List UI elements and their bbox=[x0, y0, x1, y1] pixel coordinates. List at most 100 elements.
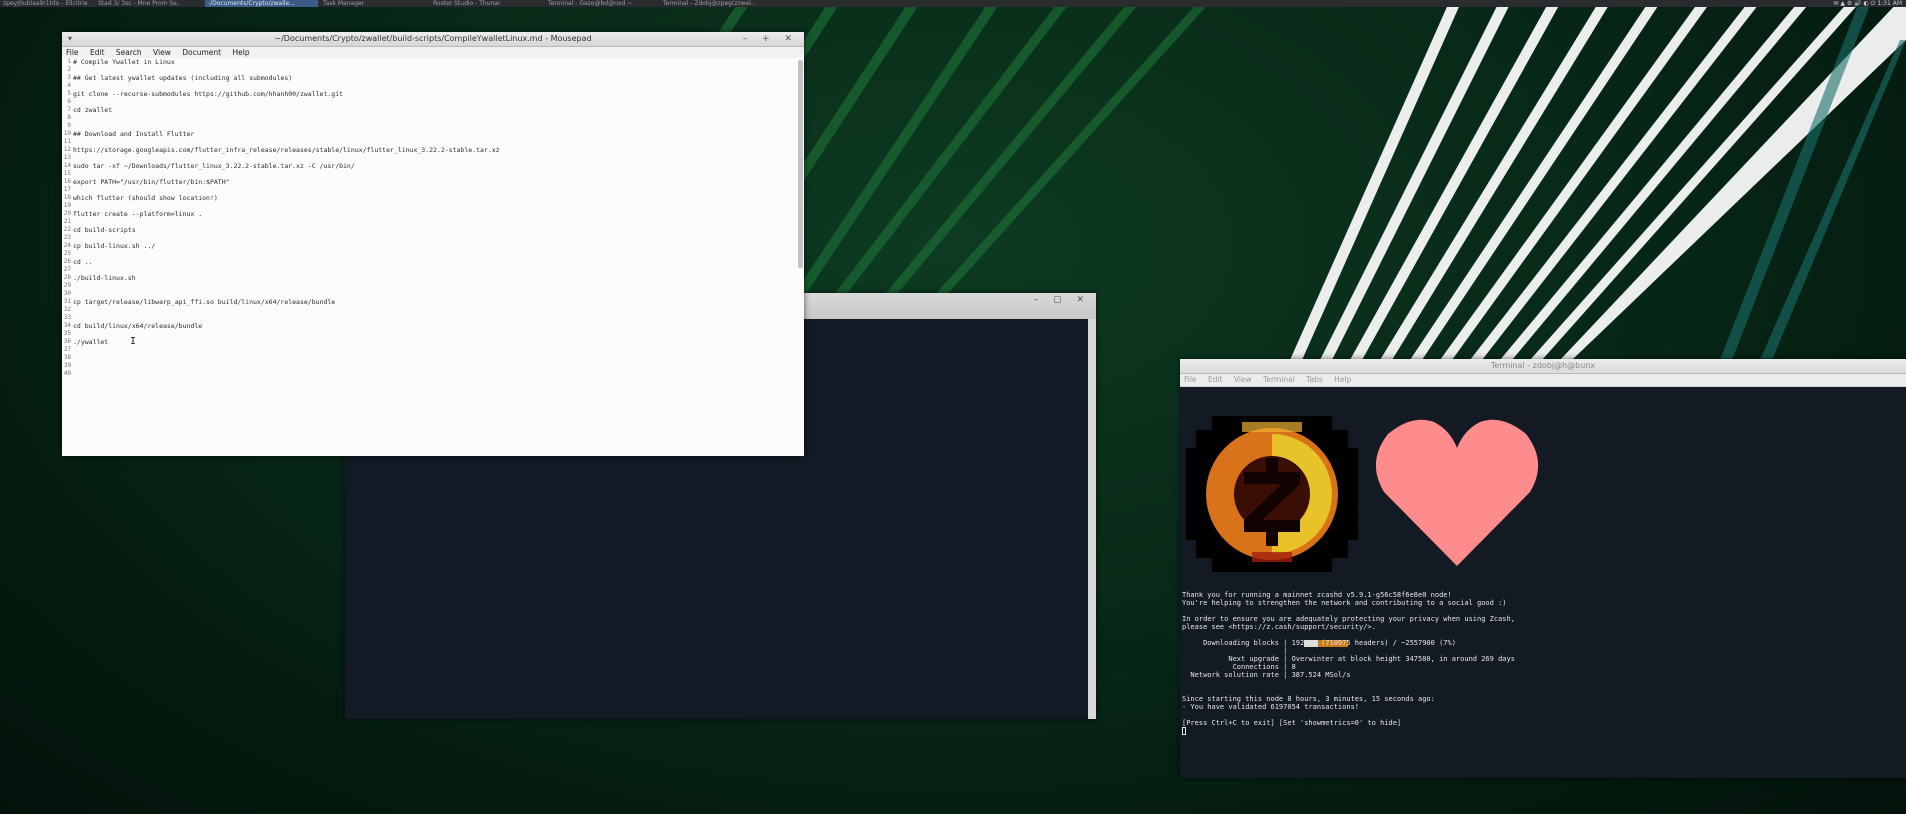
terminal-line: | bbox=[1182, 647, 1288, 655]
editor-line[interactable] bbox=[73, 266, 794, 274]
editor-line[interactable]: cp target/release/libwarp_api_ffi.so bui… bbox=[73, 298, 794, 306]
editor-line[interactable] bbox=[73, 370, 794, 378]
terminal-output[interactable]: Thank you for running a mainnet zcashd v… bbox=[1180, 385, 1906, 778]
editor-line[interactable]: cp build-linux.sh ../ bbox=[73, 242, 794, 250]
line-number: 26 bbox=[63, 258, 71, 265]
editor-line[interactable] bbox=[73, 354, 794, 362]
background-window-scrollbar[interactable] bbox=[1088, 319, 1096, 719]
editor-line[interactable] bbox=[73, 282, 794, 290]
menu-help[interactable]: Help bbox=[233, 48, 250, 57]
editor-line[interactable]: ./ywallet bbox=[73, 338, 794, 346]
line-number: 22 bbox=[63, 226, 71, 233]
line-number: 23 bbox=[63, 234, 71, 241]
editor-line[interactable] bbox=[73, 138, 794, 146]
editor-text[interactable]: # Compile Ywallet in Linux ## Get latest … bbox=[73, 58, 794, 378]
menu-help[interactable]: Help bbox=[1334, 375, 1351, 384]
editor-line[interactable] bbox=[73, 202, 794, 210]
editor-line[interactable] bbox=[73, 122, 794, 130]
menu-tabs[interactable]: Tabs bbox=[1306, 375, 1323, 384]
menu-view[interactable]: View bbox=[1234, 375, 1252, 384]
mouse-ibeam-cursor-icon: I bbox=[130, 336, 137, 347]
menu-edit[interactable]: Edit bbox=[90, 48, 105, 57]
mousepad-window[interactable]: ▾ ~/Documents/Crypto/zwallet/build-scrip… bbox=[62, 32, 804, 456]
editor-line[interactable] bbox=[73, 306, 794, 314]
terminal-line: - You have validated 6197054 transaction… bbox=[1182, 703, 1360, 711]
editor-line[interactable] bbox=[73, 290, 794, 298]
editor-line[interactable] bbox=[73, 186, 794, 194]
terminal-line: please see <https://z.cash/support/secur… bbox=[1182, 623, 1376, 631]
terminal-line: Network solution rate | 387.524 MSol/s bbox=[1182, 671, 1351, 679]
editor-line[interactable]: cd build/linux/x64/release/bundle bbox=[73, 322, 794, 330]
taskbar-button[interactable]: zpeyJ0ublaa9r1tdo - Ellcitrie bbox=[0, 0, 98, 7]
editor-area[interactable]: 1 2 3 4 5 6 7 8 9 10 11 12 13 14 15 16 17 18 19 20 21 22 23 24 2… bbox=[62, 58, 804, 456]
editor-line[interactable]: git clone --recurse-submodules https://g… bbox=[73, 90, 794, 98]
editor-line[interactable] bbox=[73, 82, 794, 90]
editor-scrollbar[interactable] bbox=[798, 60, 803, 268]
line-number: 6 bbox=[67, 98, 71, 105]
terminal-line: [Press Ctrl+C to exit] [Set 'showmetrics… bbox=[1182, 719, 1402, 727]
menu-edit[interactable]: Edit bbox=[1208, 375, 1223, 384]
line-number: 1 bbox=[67, 58, 71, 65]
editor-line[interactable]: # Compile Ywallet in Linux bbox=[73, 58, 794, 66]
terminal-window[interactable]: Terminal - zdobj@h@bunx File Edit View T… bbox=[1180, 359, 1906, 778]
editor-line[interactable] bbox=[73, 250, 794, 258]
menu-document[interactable]: Document bbox=[182, 48, 221, 57]
editor-line[interactable] bbox=[73, 154, 794, 162]
menu-search[interactable]: Search bbox=[116, 48, 142, 57]
terminal-line: In order to ensure you are adequately pr… bbox=[1182, 615, 1515, 623]
editor-line[interactable]: sudo tar -xf ~/Downloads/flutter_linux_3… bbox=[73, 162, 794, 170]
line-number-gutter: 1 2 3 4 5 6 7 8 9 10 11 12 13 14 15 16 17 18 19 20 21 22 23 24 2… bbox=[62, 58, 72, 378]
menu-file[interactable]: File bbox=[1184, 375, 1197, 384]
menu-terminal[interactable]: Terminal bbox=[1263, 375, 1295, 384]
line-number: 21 bbox=[63, 218, 71, 225]
editor-line[interactable]: cd zwallet bbox=[73, 106, 794, 114]
taskbar-button[interactable]: Roster Studio - Thunar bbox=[430, 0, 543, 7]
taskbar-button-active[interactable]: -/Documents/Crypto/zwalle... bbox=[205, 0, 318, 7]
line-number: 9 bbox=[67, 122, 71, 129]
mousepad-titlebar[interactable]: ▾ ~/Documents/Crypto/zwallet/build-scrip… bbox=[62, 32, 804, 47]
editor-line[interactable]: export PATH="/usr/bin/flutter/bin:$PATH" bbox=[73, 178, 794, 186]
editor-line[interactable]: ## Download and Install Flutter bbox=[73, 130, 794, 138]
system-tray[interactable]: ✉ ▲ ⚙ 🔊 ◐ ⏻ 1:31 AM bbox=[1833, 0, 1902, 7]
line-number: 5 bbox=[67, 90, 71, 97]
editor-line[interactable] bbox=[73, 66, 794, 74]
line-number: 12 bbox=[63, 146, 71, 153]
taskbar-button[interactable]: Terminal - Gazo@bd@nxd ~ bbox=[545, 0, 658, 7]
editor-line[interactable] bbox=[73, 234, 794, 242]
line-number: 35 bbox=[63, 330, 71, 337]
taskbar-button[interactable]: Stad 3/ 3sc - Mne Prom Se.. bbox=[95, 0, 203, 7]
editor-line[interactable] bbox=[73, 114, 794, 122]
editor-line[interactable] bbox=[73, 98, 794, 106]
editor-line[interactable]: which flutter (should show location!) bbox=[73, 194, 794, 202]
taskbar-button[interactable]: Task Manager bbox=[320, 0, 418, 7]
editor-line[interactable] bbox=[73, 170, 794, 178]
editor-line[interactable] bbox=[73, 218, 794, 226]
line-number: 17 bbox=[63, 186, 71, 193]
heart-icon bbox=[1375, 419, 1539, 566]
terminal-titlebar[interactable]: Terminal - zdobj@h@bunx bbox=[1180, 359, 1906, 374]
editor-line[interactable]: ./build-linux.sh bbox=[73, 274, 794, 282]
line-number: 4 bbox=[67, 82, 71, 89]
window-controls[interactable]: – ▢ ✕ bbox=[1034, 293, 1090, 307]
editor-line[interactable]: https://storage.googleapis.com/flutter_i… bbox=[73, 146, 794, 154]
line-number: 27 bbox=[63, 266, 71, 273]
editor-line[interactable]: ## Get latest ywallet updates (including… bbox=[73, 74, 794, 82]
taskbar-button[interactable]: Terminal - Zdobj@zpeg(zzwel... bbox=[660, 0, 778, 7]
editor-line[interactable] bbox=[73, 330, 794, 338]
line-number: 20 bbox=[63, 210, 71, 217]
window-controls[interactable]: – + ✕ bbox=[743, 32, 798, 46]
menu-view[interactable]: View bbox=[153, 48, 171, 57]
line-number: 10 bbox=[63, 130, 71, 137]
editor-line[interactable] bbox=[73, 314, 794, 322]
editor-line[interactable]: cd build-scripts bbox=[73, 226, 794, 234]
terminal-cursor bbox=[1182, 727, 1186, 735]
line-number: 38 bbox=[63, 354, 71, 361]
editor-line[interactable]: cd .. bbox=[73, 258, 794, 266]
menu-file[interactable]: File bbox=[66, 48, 79, 57]
editor-line[interactable] bbox=[73, 362, 794, 370]
mousepad-title: ~/Documents/Crypto/zwallet/build-scripts… bbox=[274, 34, 592, 43]
editor-line[interactable]: flutter create --platform=linux . bbox=[73, 210, 794, 218]
line-number: 28 bbox=[63, 274, 71, 281]
editor-line[interactable] bbox=[73, 346, 794, 354]
window-menu-icon[interactable]: ▾ bbox=[68, 32, 72, 46]
